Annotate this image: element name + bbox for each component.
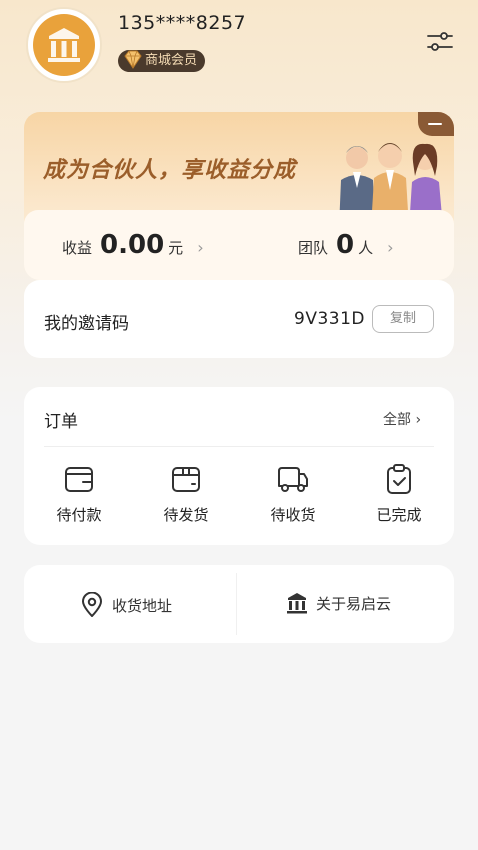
box-icon xyxy=(172,467,200,492)
order-pending-payment[interactable]: 待付款 xyxy=(39,463,119,525)
building-logo-icon xyxy=(287,593,307,614)
chevron-right-icon: › xyxy=(387,238,394,257)
about-label: 关于易启云 xyxy=(316,594,392,613)
orders-card: 订单 全部 › 待付款 待发货 待收货 已完成 xyxy=(24,387,454,545)
invite-code-label: 我的邀请码 xyxy=(44,314,129,334)
address-link[interactable]: 收货地址 xyxy=(80,592,172,618)
about-link[interactable]: 关于易启云 xyxy=(286,592,391,614)
team-link[interactable]: 团队 0 人 › xyxy=(298,230,394,260)
chevron-right-icon: › xyxy=(197,238,204,257)
earnings-unit: 元 xyxy=(168,239,184,257)
location-pin-icon xyxy=(82,592,102,617)
avatar[interactable] xyxy=(26,7,102,83)
invite-code-value: 9V331D xyxy=(294,309,365,329)
order-pending-shipment[interactable]: 待发货 xyxy=(146,463,226,525)
earnings-panel: 收益 0.00 元 › 团队 0 人 › xyxy=(24,210,454,280)
building-logo-icon xyxy=(33,14,95,76)
clipboard-check-icon xyxy=(387,464,411,494)
user-phone: 135****8257 xyxy=(118,12,247,34)
partner-banner[interactable]: 成为合伙人，享收益分成 收益 0.00 元 › 团队 0 人 › xyxy=(24,112,454,280)
member-badge-label: 商城会员 xyxy=(145,53,198,68)
team-label: 团队 xyxy=(298,239,329,257)
address-label: 收货地址 xyxy=(112,596,173,615)
diamond-icon xyxy=(124,50,142,69)
orders-title: 订单 xyxy=(44,412,78,432)
divider xyxy=(236,573,237,635)
earnings-label: 收益 xyxy=(62,239,93,257)
copy-button[interactable]: 复制 xyxy=(372,305,434,333)
team-unit: 人 xyxy=(358,239,374,257)
order-pending-shipment-label: 待发货 xyxy=(163,506,209,524)
truck-icon xyxy=(278,467,308,492)
order-completed[interactable]: 已完成 xyxy=(359,463,439,525)
earnings-link[interactable]: 收益 0.00 元 › xyxy=(62,230,204,260)
wallet-icon xyxy=(65,467,93,492)
order-pending-payment-label: 待付款 xyxy=(56,506,102,524)
partner-title: 成为合伙人，享收益分成 xyxy=(43,158,297,183)
order-completed-label: 已完成 xyxy=(376,506,422,524)
earnings-value: 0.00 xyxy=(100,230,165,260)
divider xyxy=(44,446,434,447)
settings-sliders-icon[interactable] xyxy=(426,30,454,54)
invite-code-card: 我的邀请码 9V331D 复制 xyxy=(24,280,454,358)
orders-view-all-link[interactable]: 全部 › xyxy=(383,409,421,429)
order-pending-receipt[interactable]: 待收货 xyxy=(253,463,333,525)
misc-links-card: 收货地址 关于易启云 xyxy=(24,565,454,643)
member-badge: 商城会员 xyxy=(118,50,206,72)
order-pending-receipt-label: 待收货 xyxy=(270,506,316,524)
team-value: 0 xyxy=(336,230,355,260)
